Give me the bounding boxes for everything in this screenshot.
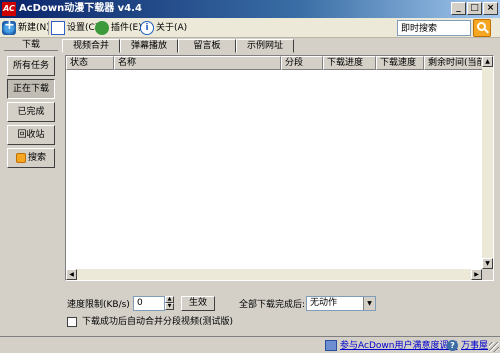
add-icon [2,18,16,35]
on-complete-select[interactable]: 无动作 ▼ [306,296,376,311]
search-field-label: 即时搜索 [401,24,438,34]
column-name[interactable]: 名称 [114,56,281,70]
speed-limit-label: 速度限制(KB/s) [67,300,130,310]
list-header: 状态 名称 分段 下载进度 下载速度 剩余时间(当前分 [66,56,484,70]
speed-limit-input[interactable]: 0 [133,296,165,311]
plugin-button[interactable]: 插件(E) [95,20,142,36]
sidebar-item-all-tasks[interactable]: 所有任务 [7,56,55,76]
column-speed[interactable]: 下载速度 [376,56,424,70]
column-progress[interactable]: 下载进度 [323,56,376,70]
scroll-right-icon[interactable]: ▶ [471,269,482,280]
scroll-left-icon[interactable]: ◀ [66,269,77,280]
sidebar-item-completed[interactable]: 已完成 [7,102,55,122]
sidebar-title: 下载 [4,39,58,51]
tab-example-urls[interactable]: 示例网址 [236,39,294,53]
chevron-down-icon[interactable]: ▼ [363,297,375,310]
sidebar: 下载 所有任务 正在下载 已完成 回收站 搜索 [4,39,58,335]
resize-grip-icon[interactable] [489,342,499,352]
minimize-button[interactable]: _ [451,2,466,15]
scroll-down-icon[interactable]: ▼ [482,258,493,269]
about-label: 关于(A) [156,23,188,33]
speed-stepper[interactable]: ▲ ▼ [165,296,174,311]
window-title: AcDown动漫下载器 v4.4 [19,3,142,14]
task-list[interactable]: 状态 名称 分段 下载进度 下载速度 剩余时间(当前分 ▲ ▼ ◀ ▶ [65,55,494,281]
sidebar-item-search[interactable]: 搜索 [7,148,55,168]
survey-icon [325,340,337,351]
close-button[interactable]: × [483,2,498,15]
column-remaining-time[interactable]: 剩余时间(当前分 [424,56,484,70]
search-icon [15,152,26,163]
search-button[interactable] [473,19,491,37]
toolbar-divider [48,21,49,35]
info-icon: i [140,21,154,35]
auto-merge-checkbox[interactable] [67,317,77,327]
tab-danmaku-play[interactable]: 弹幕播放 [120,39,178,53]
on-complete-label: 全部下载完成后: [239,300,306,310]
scroll-up-icon[interactable]: ▲ [482,56,493,67]
app-logo-icon: AC [2,2,16,16]
window-controls: _ □ × [450,2,498,16]
search-icon-handle [484,28,489,34]
horizontal-scrollbar[interactable]: ◀ ▶ [66,269,482,280]
maximize-button[interactable]: □ [467,2,482,15]
help-link[interactable]: 万事屋 [461,340,488,352]
plugin-icon [95,21,109,35]
settings-button[interactable]: 设置(C) [51,20,98,36]
about-button[interactable]: i 关于(A) [140,20,187,36]
settings-label: 设置(C) [67,23,99,33]
title-bar: AC AcDown动漫下载器 v4.4 _ □ × [0,0,500,18]
survey-link[interactable]: 参与AcDown用户满意度调查 [340,340,457,352]
new-label: 新建(N) [18,23,50,33]
sidebar-item-label: 搜索 [27,153,46,163]
stepper-up-icon[interactable]: ▲ [165,296,174,303]
new-button[interactable]: 新建(N) [2,18,50,36]
auto-merge-label[interactable]: 下载成功后自动合并分段视频(测试版) [82,316,233,328]
sidebar-item-downloading[interactable]: 正在下载 [7,79,55,99]
stepper-down-icon[interactable]: ▼ [165,303,174,310]
help-icon: ? [447,340,458,351]
instant-search-input[interactable]: 即时搜索 [397,20,471,36]
tab-message-board[interactable]: 留言板 [178,39,236,53]
sidebar-item-recycle-bin[interactable]: 回收站 [7,125,55,145]
plugin-label: 插件(E) [111,23,142,33]
settings-icon [51,21,65,35]
status-bar: 参与AcDown用户满意度调查 ? 万事屋 [0,336,500,353]
scroll-corner [482,269,493,280]
column-segments[interactable]: 分段 [281,56,323,70]
tab-video-merge[interactable]: 视频合并 [62,39,120,53]
apply-button[interactable]: 生效 [181,296,215,311]
vertical-scrollbar[interactable]: ▲ ▼ [482,56,493,269]
column-status[interactable]: 状态 [66,56,114,70]
on-complete-value: 无动作 [310,298,338,308]
